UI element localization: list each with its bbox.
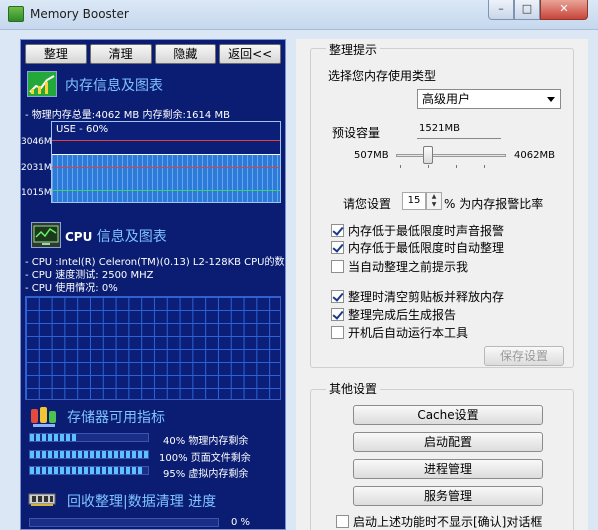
cpu-usage-graph	[25, 296, 281, 400]
memory-line-usage	[52, 154, 280, 155]
chevron-down-icon	[547, 97, 555, 102]
optimize-button[interactable]: 整理	[25, 44, 87, 64]
checkbox-box[interactable]	[331, 308, 344, 321]
check-low-memory-auto-optimize[interactable]: 内存低于最低限度时自动整理	[331, 239, 504, 256]
memory-line-low	[52, 190, 280, 191]
preset-capacity-label: 预设容量	[332, 126, 381, 140]
back-button[interactable]: 返回<<	[219, 44, 281, 64]
memory-line-high	[52, 140, 280, 141]
ram-chip-icon	[27, 486, 57, 512]
storage-icon	[29, 403, 59, 429]
capacity-slider-thumb[interactable]	[423, 146, 433, 164]
memory-section-title: 内存信息及图表	[65, 78, 163, 94]
cpu-usage: - CPU 使用情况: 0%	[25, 283, 118, 294]
startup-config-button[interactable]: 启动配置	[353, 432, 543, 452]
physical-memory-text: 40% 物理内存剩余	[163, 436, 249, 447]
physical-memory-bar	[29, 433, 149, 442]
usage-type-label: 选择您内存使用类型	[328, 69, 437, 83]
storage-section-title: 存储器可用指标	[67, 410, 165, 426]
left-panel: 整理 清理 隐藏 返回<< 内存信息及图表 - 物理内存总量:4062 MB 内…	[20, 39, 286, 530]
threshold-prefix: 请您设置	[343, 197, 392, 211]
check-run-at-startup[interactable]: 开机后自动运行本工具	[331, 324, 468, 341]
memory-line-mid	[52, 167, 280, 168]
slider-max-label: 4062MB	[514, 150, 555, 161]
check-clear-clipboard[interactable]: 整理时清空剪贴板并释放内存	[331, 288, 504, 305]
check-hide-confirm-dialog[interactable]: 启动上述功能时不显示[确认]对话框	[336, 513, 542, 530]
minimize-button[interactable]: –	[488, 0, 514, 20]
checkbox-box[interactable]	[331, 260, 344, 273]
right-panel: 整理提示 选择您内存使用类型 高级用户 预设容量 1521MB 507MB 40…	[296, 39, 588, 530]
virtual-memory-text: 95% 虚拟内存剩余	[163, 469, 249, 480]
threshold-spinner[interactable]: ▲ ▼	[426, 192, 442, 210]
threshold-suffix: % 为内存报警比率	[444, 197, 544, 211]
preset-capacity-field[interactable]: 1521MB	[417, 121, 501, 139]
check-prompt-before-optimize[interactable]: 当自动整理之前提示我	[331, 258, 468, 275]
checkbox-box[interactable]	[331, 290, 344, 303]
memory-usage-graph: USE - 60%	[51, 121, 281, 203]
cpu-section-title: CPU 信息及图表	[65, 226, 167, 246]
check-low-memory-alarm[interactable]: 内存低于最低限度时声音报警	[331, 222, 504, 239]
page-file-text: 100% 页面文件剩余	[159, 453, 251, 464]
capacity-slider-track[interactable]	[396, 154, 506, 157]
top-toolbar: 整理 清理 隐藏 返回<<	[25, 44, 281, 64]
maximize-button[interactable]: □	[514, 0, 540, 20]
memory-usage-label: USE - 60%	[56, 124, 109, 135]
virtual-memory-fill	[30, 467, 143, 474]
process-manager-button[interactable]: 进程管理	[353, 459, 543, 479]
cpu-monitor-icon	[31, 222, 61, 248]
virtual-memory-bar	[29, 466, 149, 475]
checkbox-box[interactable]	[331, 241, 344, 254]
checkbox-box[interactable]	[336, 515, 349, 528]
cpu-title-prefix: CPU	[65, 230, 93, 244]
clean-button[interactable]: 清理	[89, 44, 152, 64]
service-manager-button[interactable]: 服务管理	[353, 486, 543, 506]
page-file-fill	[30, 451, 148, 458]
save-settings-button[interactable]: 保存设置	[484, 346, 564, 366]
checkbox-box[interactable]	[331, 224, 344, 237]
recycle-progress-text: 0 %	[231, 517, 251, 528]
title-bar: Memory Booster – □ ✕	[0, 0, 598, 30]
cache-settings-button[interactable]: Cache设置	[353, 405, 543, 425]
cpu-title-rest: 信息及图表	[92, 229, 167, 245]
close-button[interactable]: ✕	[540, 0, 588, 20]
memory-y-label-high: 3046M	[21, 137, 52, 147]
check-generate-report[interactable]: 整理完成后生成报告	[331, 306, 456, 323]
memory-y-label-low: 1015M	[21, 188, 52, 198]
memory-chart-icon	[27, 71, 57, 97]
memory-y-label-mid: 2031M	[21, 163, 52, 173]
threshold-input[interactable]: 15	[402, 192, 426, 210]
usage-type-value: 高级用户	[422, 92, 471, 106]
page-file-bar	[29, 450, 149, 459]
recycle-section-title: 回收整理|数据清理 进度	[67, 494, 217, 510]
memory-summary: - 物理内存总量:4062 MB 内存剩余:1614 MB	[25, 110, 230, 121]
physical-memory-fill	[30, 434, 78, 441]
usage-type-select[interactable]: 高级用户	[417, 89, 561, 109]
checkbox-box[interactable]	[331, 326, 344, 339]
app-icon	[8, 6, 24, 22]
recycle-progress-bar	[29, 518, 219, 527]
tips-group-title: 整理提示	[326, 41, 381, 58]
window-title: Memory Booster	[30, 7, 129, 21]
hide-button[interactable]: 隐藏	[154, 44, 217, 64]
other-settings-title: 其他设置	[326, 380, 381, 397]
slider-min-label: 507MB	[354, 150, 389, 161]
